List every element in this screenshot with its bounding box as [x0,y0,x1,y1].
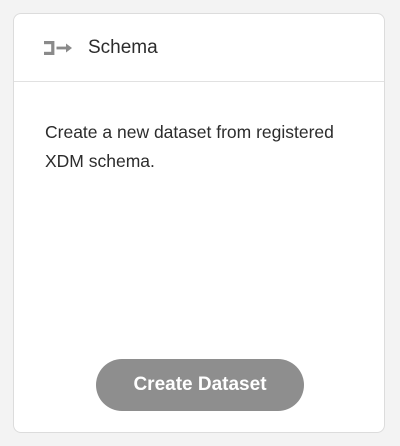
schema-icon [44,39,74,57]
card-title: Schema [88,36,158,58]
create-dataset-button[interactable]: Create Dataset [96,359,304,411]
card-header: Schema [14,14,384,82]
schema-card: Schema Create a new dataset from registe… [13,13,385,433]
card-description: Create a new dataset from registered XDM… [45,122,334,171]
